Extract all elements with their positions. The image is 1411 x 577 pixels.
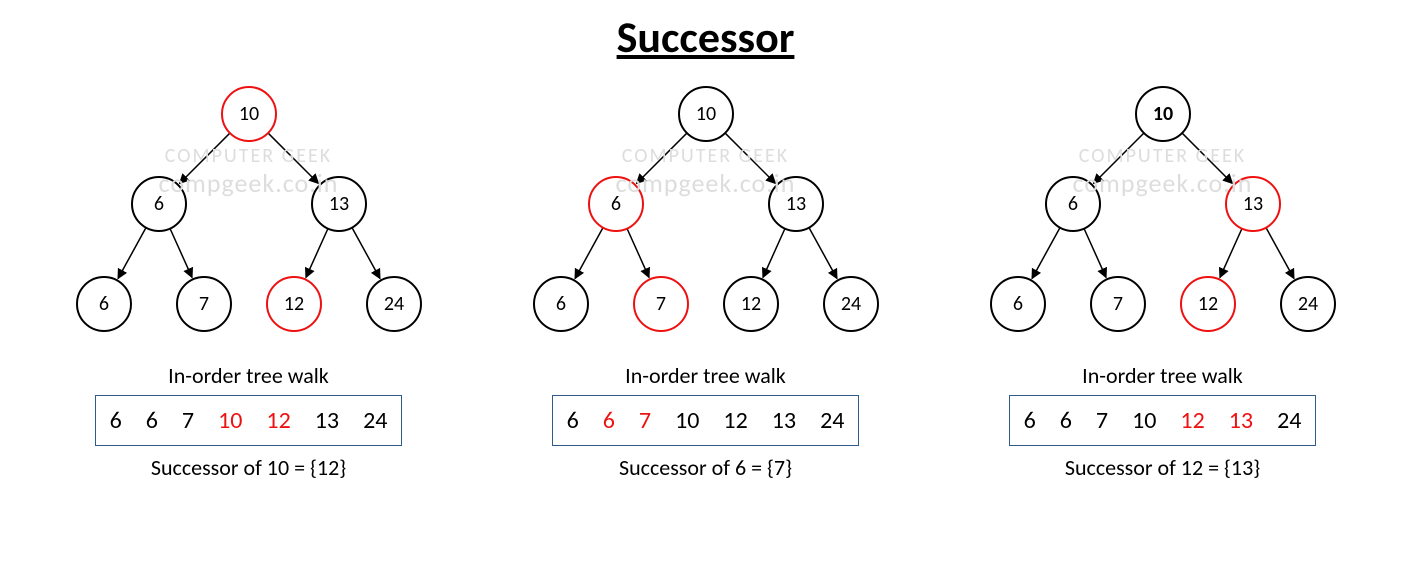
tree-edge — [352, 228, 380, 279]
walk-value: 13 — [772, 406, 796, 435]
tree-block-2: COMPUTER GEEKcompgeek.co.in10613671224In… — [943, 74, 1383, 481]
tree-node-value: 13 — [785, 192, 805, 216]
tree-node: 24 — [1281, 277, 1335, 331]
tree-edge — [1084, 229, 1106, 278]
tree-node: 6 — [534, 277, 588, 331]
walk-value: 24 — [363, 406, 387, 435]
walk-value: 24 — [820, 406, 844, 435]
tree-block-1: COMPUTER GEEKcompgeek.co.in10613671224In… — [486, 74, 926, 481]
tree-node-value: 6 — [98, 292, 108, 316]
tree-node-value: 6 — [1067, 192, 1077, 216]
inorder-walk-box: 66710121324 — [1009, 395, 1317, 446]
tree-node: 10 — [222, 87, 276, 141]
walk-value: 12 — [1180, 406, 1204, 435]
tree-node-value: 6 — [1012, 292, 1022, 316]
trees-row: COMPUTER GEEKcompgeek.co.in10613671224In… — [0, 74, 1411, 481]
tree-svg: 10 6 13 6 7 12 24 — [963, 74, 1363, 354]
walk-value: 12 — [723, 406, 747, 435]
walk-value: 6 — [110, 406, 122, 435]
tree-node-value: 10 — [695, 102, 715, 126]
tree-node-value: 10 — [1152, 102, 1172, 126]
tree-edge — [1093, 133, 1143, 183]
tree-node-value: 12 — [283, 292, 303, 316]
page-title: Successor — [0, 10, 1411, 64]
tree-node: 7 — [177, 277, 231, 331]
walk-value: 24 — [1277, 406, 1301, 435]
tree-edge — [636, 133, 686, 183]
tree-block-0: COMPUTER GEEKcompgeek.co.in10613671224In… — [29, 74, 469, 481]
walk-value: 12 — [266, 406, 290, 435]
tree-node-value: 6 — [153, 192, 163, 216]
walk-value: 6 — [1060, 406, 1072, 435]
tree-node: 6 — [1046, 177, 1100, 231]
tree-node-value: 24 — [383, 292, 403, 316]
tree-node-value: 7 — [655, 292, 665, 316]
walk-value: 7 — [639, 406, 651, 435]
inorder-walk-box: 66710121324 — [552, 395, 860, 446]
inorder-walk-label: In-order tree walk — [1082, 362, 1243, 389]
walk-value: 6 — [146, 406, 158, 435]
tree-edge — [1182, 133, 1232, 183]
walk-value: 10 — [1132, 406, 1156, 435]
tree-node-value: 7 — [198, 292, 208, 316]
walk-value: 6 — [603, 406, 615, 435]
successor-label: Successor of 6 = {7} — [619, 454, 792, 481]
tree-edge — [762, 229, 784, 278]
inorder-walk-label: In-order tree walk — [625, 362, 786, 389]
tree-node: 12 — [1181, 277, 1235, 331]
tree-node: 7 — [1091, 277, 1145, 331]
tree-node-value: 10 — [238, 102, 258, 126]
walk-value: 7 — [182, 406, 194, 435]
tree-node: 24 — [824, 277, 878, 331]
tree-edge — [1219, 229, 1241, 278]
tree-node: 10 — [1136, 87, 1190, 141]
tree-edge — [305, 229, 327, 278]
tree-edge — [1266, 228, 1294, 279]
tree-edge — [627, 229, 649, 278]
walk-value: 6 — [1024, 406, 1036, 435]
tree-edge — [170, 229, 192, 278]
tree-node: 10 — [679, 87, 733, 141]
inorder-walk-box: 66710121324 — [95, 395, 403, 446]
tree-edge — [1031, 228, 1059, 279]
tree-node-value: 12 — [740, 292, 760, 316]
tree-node-value: 6 — [555, 292, 565, 316]
tree-node: 6 — [77, 277, 131, 331]
tree-node-value: 13 — [1242, 192, 1262, 216]
tree-node: 12 — [724, 277, 778, 331]
tree-node-value: 13 — [328, 192, 348, 216]
tree-node: 6 — [991, 277, 1045, 331]
walk-value: 10 — [218, 406, 242, 435]
tree-node: 6 — [132, 177, 186, 231]
walk-value: 10 — [675, 406, 699, 435]
tree-node-value: 24 — [1297, 292, 1317, 316]
walk-value: 6 — [567, 406, 579, 435]
tree-edge — [268, 133, 318, 183]
tree-svg: 10 6 13 6 7 12 24 — [49, 74, 449, 354]
tree-node-value: 6 — [610, 192, 620, 216]
successor-label: Successor of 10 = {12} — [151, 454, 346, 481]
tree-node: 13 — [312, 177, 366, 231]
tree-edge — [809, 228, 837, 279]
tree-edge — [574, 228, 602, 279]
walk-value: 13 — [315, 406, 339, 435]
tree-edge — [117, 228, 145, 279]
inorder-walk-label: In-order tree walk — [168, 362, 329, 389]
tree-edge — [179, 133, 229, 183]
tree-node: 24 — [367, 277, 421, 331]
tree-svg: 10 6 13 6 7 12 24 — [506, 74, 906, 354]
walk-value: 13 — [1229, 406, 1253, 435]
tree-node-value: 7 — [1112, 292, 1122, 316]
tree-node: 6 — [589, 177, 643, 231]
tree-edge — [725, 133, 775, 183]
tree-node: 13 — [769, 177, 823, 231]
successor-label: Successor of 12 = {13} — [1065, 454, 1260, 481]
tree-node: 13 — [1226, 177, 1280, 231]
tree-node: 7 — [634, 277, 688, 331]
walk-value: 7 — [1096, 406, 1108, 435]
tree-node: 12 — [267, 277, 321, 331]
tree-node-value: 12 — [1197, 292, 1217, 316]
tree-node-value: 24 — [840, 292, 860, 316]
